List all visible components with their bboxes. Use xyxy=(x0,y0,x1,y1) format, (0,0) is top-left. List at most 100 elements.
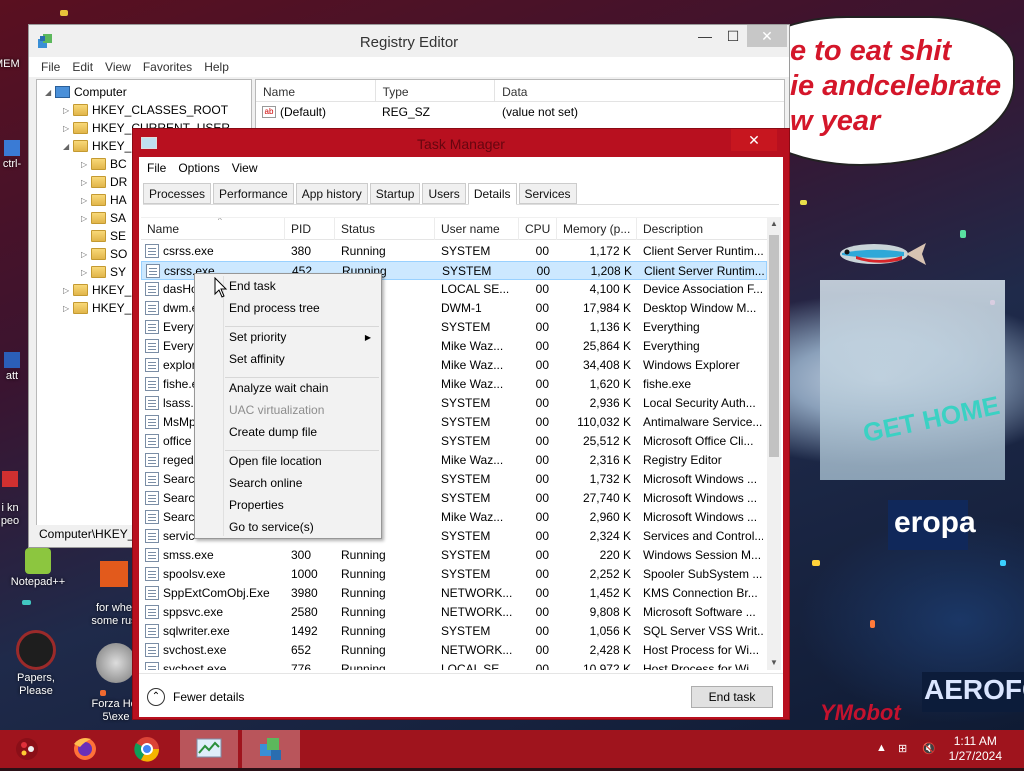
desktop-icon-i-kn[interactable]: i kn peo xyxy=(0,458,30,528)
start-button[interactable] xyxy=(0,730,58,768)
volume-muted-icon[interactable]: 🔇 xyxy=(922,742,936,755)
scroll-up-icon[interactable]: ▲ xyxy=(767,217,781,231)
vertical-scrollbar[interactable]: ▲ ▼ xyxy=(767,217,781,670)
scroll-down-icon[interactable]: ▼ xyxy=(767,656,781,670)
cell-status: Running xyxy=(341,605,386,619)
folder-icon xyxy=(73,302,88,314)
taskbar-registry-editor[interactable] xyxy=(242,730,300,768)
tree-item[interactable]: ▷ SY xyxy=(81,263,126,281)
table-row[interactable]: svchost.exe 652 Running NETWORK... 00 2,428 K… xyxy=(141,641,767,660)
column-memory[interactable]: Memory (p... xyxy=(557,218,637,240)
menu-item-set-affinity[interactable]: Set affinity xyxy=(229,352,285,366)
menu-favorites[interactable]: Favorites xyxy=(137,60,198,74)
tree-collapsed-icon[interactable]: ▷ xyxy=(63,286,73,295)
menu-item-properties[interactable]: Properties xyxy=(229,498,284,512)
table-row[interactable]: csrss.exe 380 Running SYSTEM 00 1,172 K Client… xyxy=(141,242,767,261)
menu-options[interactable]: Options xyxy=(172,161,225,175)
column-description[interactable]: Description xyxy=(637,218,767,240)
tree-expanded-icon[interactable]: ◢ xyxy=(45,88,55,97)
task-manager-title-bar[interactable]: Task Manager ✕ xyxy=(133,129,789,152)
menu-item-search-online[interactable]: Search online xyxy=(229,476,302,490)
table-row[interactable]: SppExtComObj.Exe 3980 Running NETWORK... 00 1… xyxy=(141,584,767,603)
tab-processes[interactable]: Processes xyxy=(143,183,212,204)
menu-view[interactable]: View xyxy=(99,60,137,74)
menu-item-end-process-tree[interactable]: End process tree xyxy=(229,301,320,315)
menu-item-open-file-location[interactable]: Open file location xyxy=(229,454,322,468)
tree-collapsed-icon[interactable]: ▷ xyxy=(81,214,91,223)
computer-icon xyxy=(55,86,70,98)
taskbar-task-manager[interactable] xyxy=(180,730,238,768)
show-hidden-icons[interactable]: ▲ xyxy=(876,742,887,754)
table-row[interactable]: smss.exe 300 Running SYSTEM 00 220 K Windows S… xyxy=(141,546,767,565)
table-row[interactable]: sppsvc.exe 2580 Running NETWORK... 00 9,808 K… xyxy=(141,603,767,622)
menu-item-go-to-service-s[interactable]: Go to service(s) xyxy=(229,520,314,534)
column-name[interactable]: Name xyxy=(256,80,376,101)
desktop-icon-notepadpp[interactable]: Notepad++ xyxy=(6,548,70,589)
column-status[interactable]: Status xyxy=(335,218,435,240)
menu-edit[interactable]: Edit xyxy=(66,60,99,74)
column-pid[interactable]: PID xyxy=(285,218,335,240)
tree-item[interactable]: SE xyxy=(81,227,126,245)
fewer-details-button[interactable]: ⌃ Fewer details xyxy=(147,688,244,706)
tree-item[interactable]: ▷ SO xyxy=(81,245,127,263)
menu-help[interactable]: Help xyxy=(198,60,235,74)
desktop-icon-papers-please[interactable]: Papers, Please xyxy=(4,630,68,698)
tree-collapsed-icon[interactable]: ▷ xyxy=(63,304,73,313)
list-item[interactable]: ab (Default) REG_SZ (value not set) xyxy=(256,102,784,122)
column-data[interactable]: Data xyxy=(495,80,784,101)
tree-collapsed-icon[interactable]: ▷ xyxy=(81,250,91,259)
cell-cpu: 00 xyxy=(535,491,549,505)
minimize-button[interactable]: — xyxy=(691,25,719,47)
cell-desc: Windows Explorer xyxy=(643,358,740,372)
column-type[interactable]: Type xyxy=(376,80,496,101)
menu-file[interactable]: File xyxy=(35,60,66,74)
tree-item[interactable]: ▷ BC xyxy=(81,155,127,173)
column-cpu[interactable]: CPU xyxy=(519,218,557,240)
column-user[interactable]: User name xyxy=(435,218,519,240)
taskbar-firefox[interactable] xyxy=(58,730,116,768)
close-button[interactable]: ✕ xyxy=(731,129,777,151)
tree-item[interactable]: ▷ HKEY_CLASSES_ROOT xyxy=(63,101,228,119)
menu-item-set-priority[interactable]: Set priority xyxy=(229,330,286,344)
tab-services[interactable]: Services xyxy=(518,183,577,204)
tree-item[interactable]: ▷ HKEY_ xyxy=(63,299,131,317)
table-row[interactable]: sqlwriter.exe 1492 Running SYSTEM 00 1,056 K S… xyxy=(141,622,767,641)
tab-users[interactable]: Users xyxy=(422,183,466,204)
cell-mem: 1,620 K xyxy=(589,377,631,391)
registry-title-bar[interactable]: Registry Editor — ☐ ✕ xyxy=(29,25,789,57)
clock[interactable]: 1:11 AM 1/27/2024 xyxy=(949,734,1002,764)
tree-expanded-icon[interactable]: ◢ xyxy=(63,142,73,151)
tab-startup[interactable]: Startup xyxy=(369,183,421,204)
close-button[interactable]: ✕ xyxy=(747,25,787,47)
table-row[interactable]: svchost.exe 776 Running LOCAL SE... 00 10,972… xyxy=(141,660,767,670)
tree-item[interactable]: ▷ HKEY_ xyxy=(63,281,131,299)
shortcut-icon xyxy=(4,352,20,368)
menu-item-analyze-wait-chain[interactable]: Analyze wait chain xyxy=(229,381,328,395)
tree-item[interactable]: ◢ Computer xyxy=(45,83,127,101)
tree-collapsed-icon[interactable]: ▷ xyxy=(81,268,91,277)
scroll-thumb[interactable] xyxy=(769,235,779,457)
tab-details[interactable]: Details xyxy=(467,183,517,205)
tree-item[interactable]: ▷ DR xyxy=(81,173,127,191)
tree-collapsed-icon[interactable]: ▷ xyxy=(63,124,73,133)
tree-item[interactable]: ▷ SA xyxy=(81,209,126,227)
tree-item[interactable]: ◢ HKEY_ xyxy=(63,137,131,155)
end-task-button[interactable]: End task xyxy=(691,686,773,708)
cell-desc: Microsoft Windows ... xyxy=(643,472,758,486)
tree-collapsed-icon[interactable]: ▷ xyxy=(81,178,91,187)
tree-collapsed-icon[interactable]: ▷ xyxy=(81,160,91,169)
tree-collapsed-icon[interactable]: ▷ xyxy=(63,106,73,115)
tab-performance[interactable]: Performance xyxy=(213,183,294,204)
taskbar-chrome[interactable] xyxy=(116,730,174,768)
cell-cpu: 00 xyxy=(535,662,549,670)
menu-view[interactable]: View xyxy=(226,161,264,175)
menu-item-create-dump-file[interactable]: Create dump file xyxy=(229,425,317,439)
menu-file[interactable]: File xyxy=(141,161,172,175)
maximize-button[interactable]: ☐ xyxy=(719,25,747,47)
tree-collapsed-icon[interactable]: ▷ xyxy=(81,196,91,205)
tree-item[interactable]: ▷ HA xyxy=(81,191,127,209)
network-icon[interactable]: ⊞ xyxy=(898,742,907,755)
menu-item-end-task[interactable]: End task xyxy=(229,279,276,293)
table-row[interactable]: spoolsv.exe 1000 Running SYSTEM 00 2,252 K Spo… xyxy=(141,565,767,584)
tab-app-history[interactable]: App history xyxy=(295,183,368,204)
